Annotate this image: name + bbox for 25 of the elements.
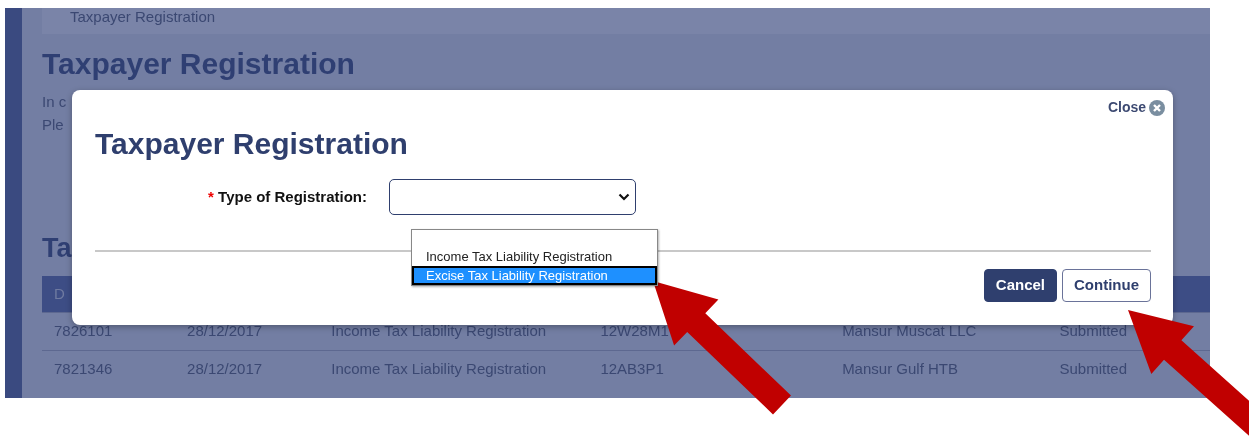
close-icon <box>1149 99 1165 116</box>
required-asterisk: * <box>208 187 214 205</box>
table-cell: 12AB3P1 <box>600 360 664 377</box>
section-heading: Ta <box>42 232 72 264</box>
chevron-down-icon <box>618 193 630 201</box>
table-cell: 7821346 <box>54 360 113 377</box>
intro-text: Ple <box>42 115 64 135</box>
cancel-button[interactable]: Cancel <box>983 269 1057 302</box>
table-cell: Submitted <box>1059 321 1127 339</box>
table-cell: 12W28M1 <box>600 321 669 339</box>
table-cell: Submitted <box>1059 360 1127 377</box>
table-cell: Income Tax Liability Registration <box>331 321 547 339</box>
select-field[interactable] <box>389 179 636 215</box>
dropdown-option[interactable]: Income Tax Liability Registration <box>412 247 657 266</box>
continue-button[interactable]: Continue <box>1062 269 1151 302</box>
modal-title: Taxpayer Registration <box>95 126 409 162</box>
field-label: * Type of Registration: <box>207 186 368 207</box>
table-cell: Mansur Gulf HTB <box>842 360 958 377</box>
page-heading: Taxpayer Registration <box>42 46 356 82</box>
table-cell: Income Tax Liability Registration <box>331 360 547 377</box>
table-cell: 28/12/2017 <box>187 360 263 377</box>
table-cell: 7826101 <box>54 321 113 339</box>
close-button[interactable]: Close <box>1107 97 1165 118</box>
table-cell: Mansur Muscat LLC <box>842 321 977 339</box>
table-cell: 28/12/2017 <box>187 321 263 339</box>
